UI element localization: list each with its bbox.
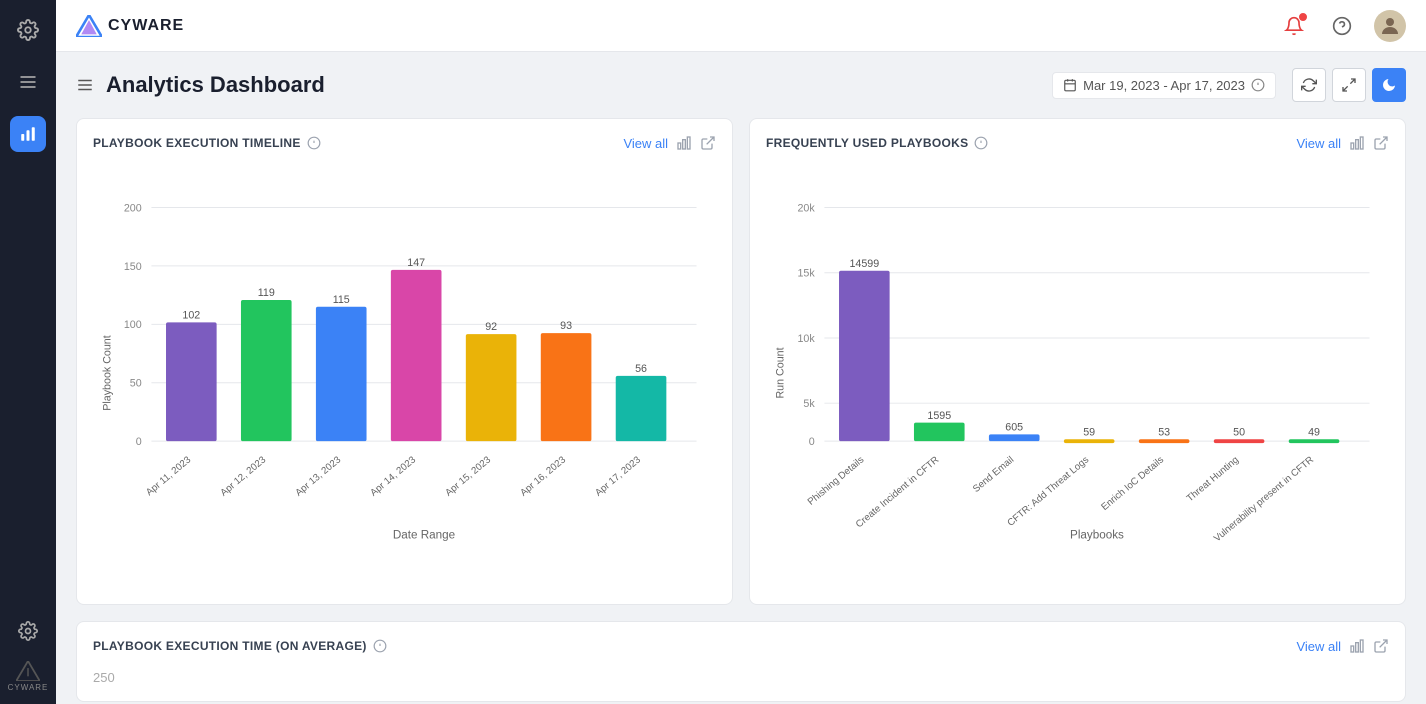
svg-text:Playbook Count: Playbook Count bbox=[102, 335, 114, 410]
chart1-view-all[interactable]: View all bbox=[623, 136, 668, 151]
main-container: CYWARE bbox=[56, 0, 1426, 704]
playbook-execution-time-panel: PLAYBOOK EXECUTION TIME (ON AVERAGE) Vie… bbox=[76, 621, 1406, 702]
sidebar-settings-icon[interactable] bbox=[10, 613, 46, 649]
svg-text:14599: 14599 bbox=[849, 258, 879, 270]
sidebar-bottom: CYWARE bbox=[8, 613, 49, 692]
notification-badge bbox=[1298, 12, 1308, 22]
refresh-button[interactable] bbox=[1292, 68, 1326, 102]
chart1-header: PLAYBOOK EXECUTION TIMELINE View all bbox=[93, 135, 716, 151]
svg-text:200: 200 bbox=[124, 202, 142, 214]
user-avatar[interactable] bbox=[1374, 10, 1406, 42]
chart2-bar-icon[interactable] bbox=[1349, 135, 1365, 151]
chart3-title: PLAYBOOK EXECUTION TIME (ON AVERAGE) bbox=[93, 639, 387, 653]
svg-text:Playbooks: Playbooks bbox=[1070, 528, 1124, 541]
chart2-export-icon[interactable] bbox=[1373, 135, 1389, 151]
svg-text:59: 59 bbox=[1083, 426, 1095, 438]
svg-text:5k: 5k bbox=[803, 398, 815, 410]
chart1-title: PLAYBOOK EXECUTION TIMELINE bbox=[93, 136, 321, 150]
date-range-text: Mar 19, 2023 - Apr 17, 2023 bbox=[1083, 78, 1245, 93]
header-actions bbox=[1292, 68, 1406, 102]
chart3-view-all[interactable]: View all bbox=[1296, 639, 1341, 654]
svg-text:0: 0 bbox=[809, 436, 815, 448]
svg-text:119: 119 bbox=[258, 287, 275, 299]
svg-text:605: 605 bbox=[1005, 421, 1023, 433]
chart3-actions: View all bbox=[1296, 638, 1389, 654]
svg-text:20k: 20k bbox=[797, 202, 815, 214]
frequently-used-playbooks-panel: FREQUENTLY USED PLAYBOOKS View all Run C… bbox=[749, 118, 1406, 605]
svg-text:Phishing Details: Phishing Details bbox=[806, 454, 867, 507]
notification-icon[interactable] bbox=[1278, 10, 1310, 42]
svg-text:Apr 17, 2023: Apr 17, 2023 bbox=[593, 454, 643, 498]
sidebar-analytics-icon[interactable] bbox=[10, 116, 46, 152]
svg-text:Send Email: Send Email bbox=[971, 454, 1016, 494]
svg-text:Threat Hunting: Threat Hunting bbox=[1185, 454, 1241, 504]
sidebar-cyware-logo: CYWARE bbox=[8, 661, 49, 692]
chart2-title: FREQUENTLY USED PLAYBOOKS bbox=[766, 136, 988, 150]
svg-text:93: 93 bbox=[560, 320, 572, 332]
svg-text:Apr 15, 2023: Apr 15, 2023 bbox=[443, 454, 493, 498]
chart3-header: PLAYBOOK EXECUTION TIME (ON AVERAGE) Vie… bbox=[93, 638, 1389, 654]
svg-text:92: 92 bbox=[485, 321, 497, 333]
svg-text:Apr 12, 2023: Apr 12, 2023 bbox=[218, 454, 268, 498]
svg-text:102: 102 bbox=[182, 309, 200, 321]
content-area: Analytics Dashboard Mar 19, 2023 - Apr 1… bbox=[56, 52, 1426, 704]
chart1-actions: View all bbox=[623, 135, 716, 151]
svg-text:150: 150 bbox=[124, 261, 142, 273]
svg-text:1595: 1595 bbox=[927, 410, 951, 422]
sidebar-hamburger-icon[interactable] bbox=[10, 64, 46, 100]
svg-text:Run Count: Run Count bbox=[775, 347, 787, 398]
sidebar-gear-icon[interactable] bbox=[10, 12, 46, 48]
svg-text:Apr 13, 2023: Apr 13, 2023 bbox=[293, 454, 343, 498]
chart1-svg-container: Playbook Count 200 150 100 50 bbox=[93, 163, 716, 588]
chart2-view-all[interactable]: View all bbox=[1296, 136, 1341, 151]
topbar-icons bbox=[1278, 10, 1406, 42]
help-icon[interactable] bbox=[1326, 10, 1358, 42]
page-header: Analytics Dashboard Mar 19, 2023 - Apr 1… bbox=[76, 68, 1406, 102]
svg-text:49: 49 bbox=[1308, 426, 1320, 438]
svg-text:147: 147 bbox=[407, 257, 425, 269]
chart2-header: FREQUENTLY USED PLAYBOOKS View all bbox=[766, 135, 1389, 151]
chart3-export-icon[interactable] bbox=[1373, 638, 1389, 654]
chart1-export-icon[interactable] bbox=[700, 135, 716, 151]
svg-text:0: 0 bbox=[136, 436, 142, 448]
svg-text:Date Range: Date Range bbox=[393, 528, 455, 541]
svg-text:Create Incident in CFTR: Create Incident in CFTR bbox=[854, 454, 941, 530]
svg-text:50: 50 bbox=[130, 378, 142, 390]
charts-row: PLAYBOOK EXECUTION TIMELINE View all Pla… bbox=[76, 118, 1406, 605]
svg-text:Apr 14, 2023: Apr 14, 2023 bbox=[368, 454, 418, 498]
menu-toggle-icon[interactable] bbox=[76, 76, 94, 94]
svg-text:115: 115 bbox=[333, 294, 350, 306]
cyware-logo: CYWARE bbox=[76, 15, 184, 37]
svg-text:Enrich IoC Details: Enrich IoC Details bbox=[1099, 454, 1166, 513]
svg-text:Apr 11, 2023: Apr 11, 2023 bbox=[144, 454, 193, 498]
expand-button[interactable] bbox=[1332, 68, 1366, 102]
svg-text:CFTR: Add Threat Logs: CFTR: Add Threat Logs bbox=[1006, 454, 1092, 528]
svg-text:50: 50 bbox=[1233, 426, 1245, 438]
sidebar: CYWARE bbox=[0, 0, 56, 704]
svg-text:Apr 16, 2023: Apr 16, 2023 bbox=[518, 454, 568, 498]
svg-text:15k: 15k bbox=[797, 268, 815, 280]
chart2-svg-container: Run Count 20k 15k 10k 5k bbox=[766, 163, 1389, 588]
chart1-bar-icon[interactable] bbox=[676, 135, 692, 151]
chart2-actions: View all bbox=[1296, 135, 1389, 151]
dark-mode-button[interactable] bbox=[1372, 68, 1406, 102]
svg-text:10k: 10k bbox=[797, 333, 815, 345]
svg-text:56: 56 bbox=[635, 363, 647, 375]
page-title: Analytics Dashboard bbox=[106, 72, 1040, 98]
topbar: CYWARE bbox=[56, 0, 1426, 52]
svg-text:53: 53 bbox=[1158, 426, 1170, 438]
svg-text:100: 100 bbox=[124, 319, 142, 331]
chart3-bar-icon[interactable] bbox=[1349, 638, 1365, 654]
date-range-display[interactable]: Mar 19, 2023 - Apr 17, 2023 bbox=[1052, 72, 1276, 99]
chart3-y-tick: 250 bbox=[93, 666, 1389, 685]
playbook-execution-timeline-panel: PLAYBOOK EXECUTION TIMELINE View all Pla… bbox=[76, 118, 733, 605]
